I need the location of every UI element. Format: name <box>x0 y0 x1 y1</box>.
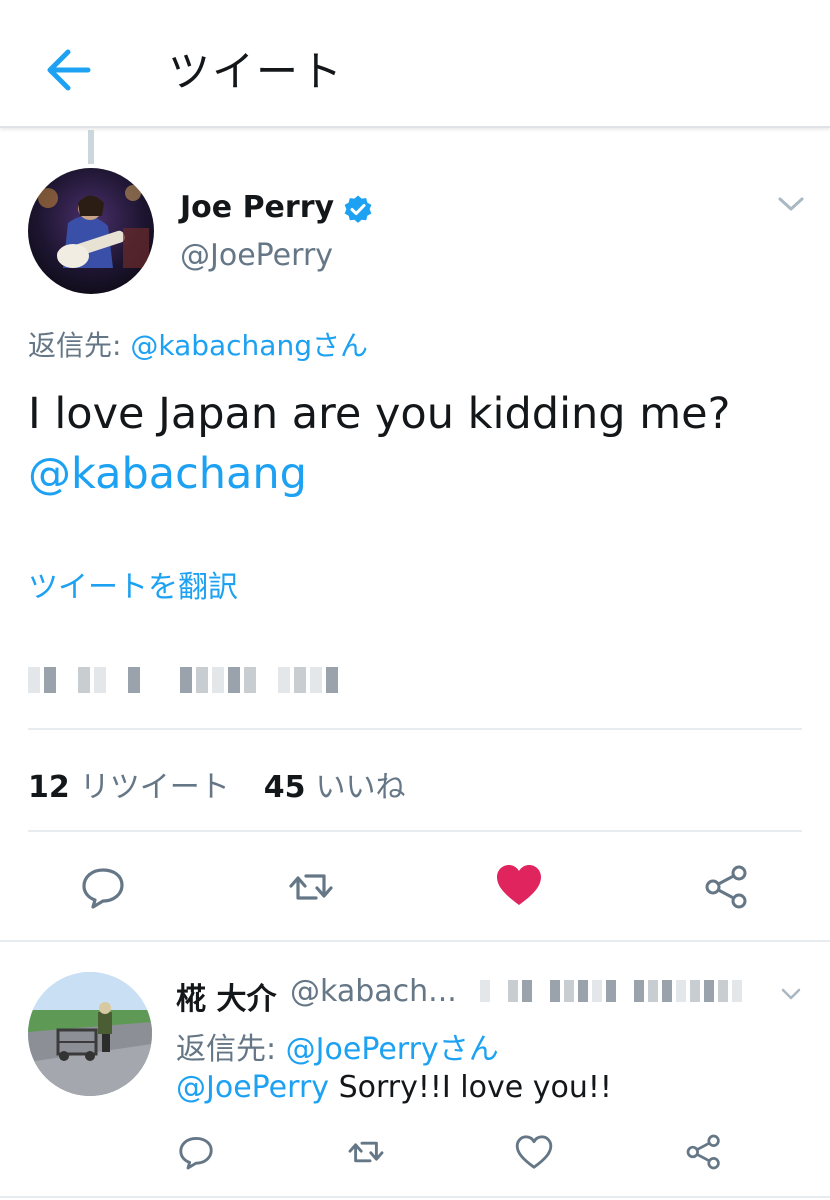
tweet-stats: 12 リツイート 45 いいね <box>28 762 440 806</box>
page-title: ツイート <box>168 47 345 96</box>
divider <box>28 830 802 832</box>
verified-badge-icon <box>344 195 372 223</box>
reply-body: Sorry!!I love you!! <box>329 1070 612 1105</box>
reply-to-mention-link[interactable]: @JoePerryさん <box>286 1032 499 1067</box>
reply-to-prefix: 返信先: <box>28 329 131 362</box>
author-handle[interactable]: @JoePerry <box>180 238 333 273</box>
back-button[interactable] <box>40 40 100 100</box>
like-button[interactable] <box>494 860 544 910</box>
author-avatar[interactable] <box>28 168 154 294</box>
reply-icon <box>82 868 124 909</box>
reply-button[interactable] <box>78 862 128 912</box>
share-icon <box>705 865 747 909</box>
retweet-button[interactable] <box>286 862 336 912</box>
reply-text: @JoePerry Sorry!!I love you!! <box>176 1070 612 1105</box>
divider <box>0 1196 830 1198</box>
tweet-text: I love Japan are you kidding me? <box>28 389 731 439</box>
chevron-down-icon[interactable] <box>776 192 806 216</box>
like-label[interactable]: いいね <box>316 762 406 806</box>
retweet-button[interactable] <box>346 1132 386 1172</box>
reply-author-name[interactable]: 椛 大介 <box>176 974 276 1018</box>
reply-to-line: 返信先: @JoePerryさん <box>176 1024 499 1068</box>
reply-to-prefix: 返信先: <box>176 1032 286 1067</box>
chevron-down-icon[interactable] <box>780 986 802 1002</box>
reply-to-line: 返信先: @kabachangさん <box>28 324 368 364</box>
retweet-count[interactable]: 12 <box>28 770 70 805</box>
retweet-icon <box>348 1141 384 1163</box>
retweet-label[interactable]: リツイート <box>80 762 230 806</box>
translate-tweet-link[interactable]: ツイートを翻訳 <box>28 562 238 606</box>
reply-icon <box>179 1136 213 1170</box>
like-button[interactable] <box>514 1132 554 1172</box>
censored-timestamp <box>480 978 742 1004</box>
author-name[interactable]: Joe Perry <box>180 190 334 225</box>
heart-icon <box>515 1135 553 1169</box>
share-icon <box>686 1134 720 1170</box>
reply-author-handle[interactable]: @kabach... <box>290 974 457 1009</box>
share-button[interactable] <box>684 1132 724 1172</box>
avatar-image <box>28 168 154 294</box>
like-count[interactable]: 45 <box>264 770 306 805</box>
avatar-image <box>28 972 152 1096</box>
divider <box>28 728 802 730</box>
thread-connector-line <box>88 130 94 164</box>
reply-mention-link[interactable]: @JoePerry <box>176 1070 329 1105</box>
censored-timestamp <box>28 666 338 694</box>
heart-filled-icon <box>497 865 541 905</box>
section-divider <box>0 940 830 942</box>
tweet-mention-link[interactable]: @kabachang <box>28 444 307 504</box>
reply-to-mention-link[interactable]: @kabachangさん <box>130 329 368 362</box>
reply-button[interactable] <box>176 1132 216 1172</box>
share-button[interactable] <box>702 862 752 912</box>
retweet-icon <box>289 874 333 900</box>
arrow-left-icon <box>47 49 91 91</box>
top-app-bar: ツイート <box>0 0 830 128</box>
reply-author-avatar[interactable] <box>28 972 152 1096</box>
